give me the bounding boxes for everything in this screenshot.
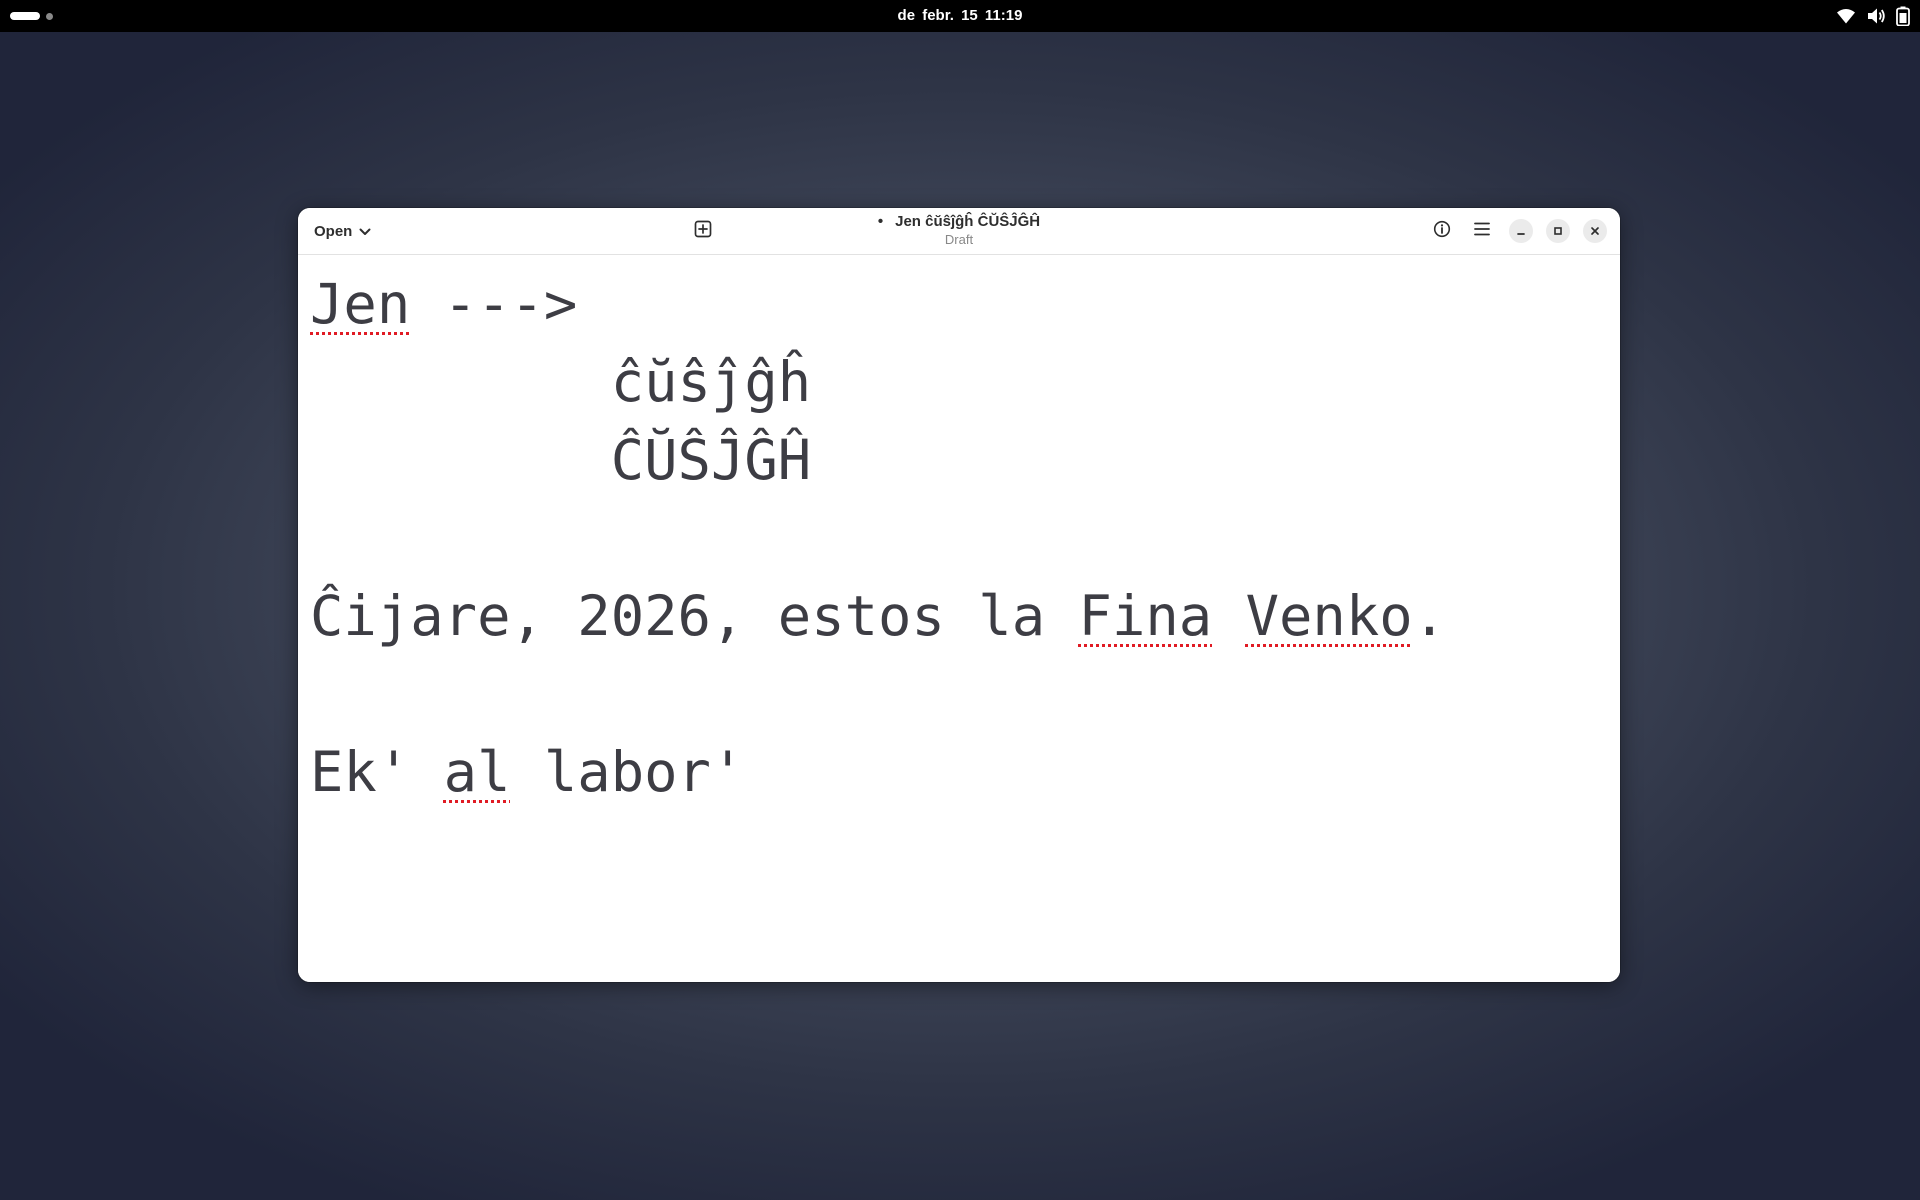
window-title-area: • Jen ĉŭŝĵĝĥ ĈŬŜĴĜĤ Draft	[759, 212, 1159, 248]
window-title: • Jen ĉŭŝĵĝĥ ĈŬŜĴĜĤ	[759, 212, 1159, 232]
document-subtitle: Draft	[944, 232, 974, 247]
text-editor-area[interactable]: Jen ---> ĉŭŝĵĝĥ ĈŬŜĴĜĤ Ĉijare, 2026, est…	[298, 255, 1620, 982]
hamburger-menu-icon	[1473, 221, 1491, 241]
text-run: Ek'	[310, 740, 444, 805]
text-run: labor'	[510, 740, 745, 805]
system-tray[interactable]	[1836, 6, 1910, 26]
open-button-label: Open	[314, 222, 353, 240]
misspelled-word[interactable]: Venko	[1246, 584, 1413, 649]
top-bar: de febr. 15 11:19	[0, 0, 1920, 32]
text-run: --->	[410, 272, 578, 337]
editor-line-7: Ek' al labor'	[310, 740, 744, 806]
main-menu-button[interactable]	[1466, 215, 1498, 247]
new-tab-button[interactable]	[687, 215, 719, 247]
misspelled-word[interactable]: al	[444, 740, 511, 805]
misspelled-word[interactable]: Fina	[1079, 584, 1213, 649]
info-icon	[1433, 220, 1451, 242]
editor-line-5: Ĉijare, 2026, estos la Fina Venko.	[310, 584, 1446, 650]
close-button[interactable]	[1583, 219, 1607, 243]
minimize-icon	[1515, 222, 1527, 241]
header-bar: Open • Jen ĉŭŝĵĝĥ ĈŬŜĴĜĤ Draft	[298, 208, 1620, 255]
text-run	[1212, 584, 1245, 649]
open-button[interactable]: Open	[306, 215, 379, 247]
minimize-button[interactable]	[1509, 219, 1533, 243]
battery-icon[interactable]	[1896, 6, 1910, 26]
text-run: Ĉijare, 2026, estos la	[310, 584, 1079, 649]
maximize-icon	[1552, 222, 1564, 241]
misspelled-word[interactable]: Jen	[310, 272, 410, 337]
clock[interactable]: de febr. 15 11:19	[0, 0, 1920, 32]
text-run: .	[1412, 584, 1447, 649]
document-info-button[interactable]	[1426, 215, 1458, 247]
maximize-button[interactable]	[1546, 219, 1570, 243]
editor-line-2: ĉŭŝĵĝĥ	[310, 350, 812, 415]
chevron-down-icon	[359, 223, 371, 240]
editor-line-1: Jen --->	[310, 272, 577, 338]
new-tab-icon	[694, 220, 712, 242]
unsaved-indicator: •	[877, 213, 884, 230]
editor-line-3: ĈŬŜĴĜĤ	[310, 428, 812, 493]
volume-icon[interactable]	[1866, 7, 1886, 25]
text-editor-window: Open • Jen ĉŭŝĵĝĥ ĈŬŜĴĜĤ Draft Jen ---> …	[298, 208, 1620, 982]
document-title: Jen ĉŭŝĵĝĥ ĈŬŜĴĜĤ	[895, 213, 1041, 230]
wifi-icon[interactable]	[1836, 7, 1856, 25]
close-icon	[1589, 222, 1601, 241]
